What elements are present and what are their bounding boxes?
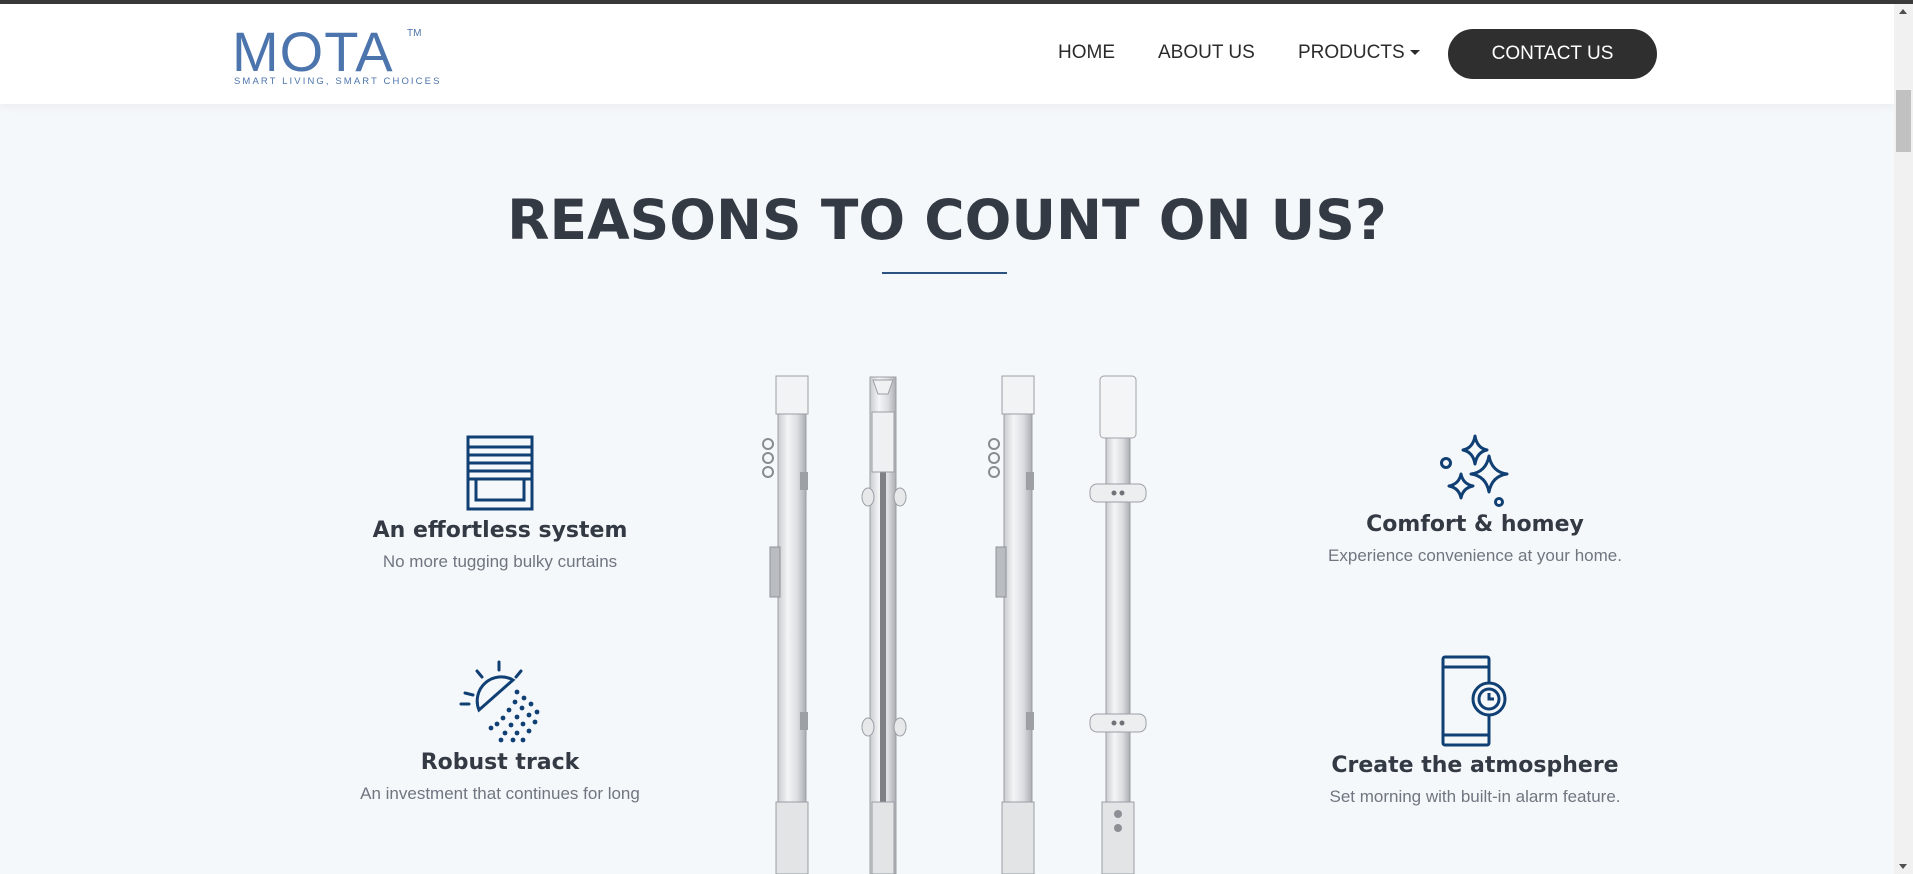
- nav-products-link[interactable]: PRODUCTS: [1298, 42, 1420, 64]
- scrollbar-thumb[interactable]: [1896, 90, 1911, 152]
- rail-2: [861, 376, 907, 874]
- blinds-icon: [466, 435, 534, 511]
- scroll-up-arrow-icon[interactable]: [1899, 9, 1907, 14]
- feature-description: Experience convenience at your home.: [1328, 546, 1622, 565]
- contact-us-button[interactable]: CONTACT US: [1448, 29, 1657, 79]
- feature-title: An effortless system: [372, 518, 628, 543]
- rail-4: [1089, 375, 1147, 874]
- logo-wordmark: MOTA: [232, 20, 394, 83]
- feature-title: Robust track: [420, 750, 580, 775]
- phone-alarm-icon: [1441, 655, 1507, 747]
- mota-logo[interactable]: MOTA TM SMART LIVING, SMART CHOICES: [232, 20, 439, 90]
- feature-create-atmosphere: Create the atmosphere Set morning with b…: [1325, 655, 1625, 807]
- feature-robust-track: Robust track An investment that continue…: [350, 660, 650, 804]
- feature-description: No more tugging bulky curtains: [382, 552, 618, 571]
- site-header: MOTA TM SMART LIVING, SMART CHOICES HOME…: [0, 4, 1894, 104]
- rail-3: [988, 375, 1035, 874]
- caret-down-icon: [1409, 50, 1420, 56]
- title-underline: [882, 272, 1007, 274]
- logo-trademark: TM: [407, 28, 422, 39]
- sun-icon: [459, 660, 540, 743]
- nav-home-link[interactable]: HOME: [1058, 42, 1115, 64]
- rail-1: [762, 375, 809, 874]
- feature-description: An investment that continues for long: [360, 784, 640, 803]
- feature-title: Comfort & homey: [1366, 512, 1584, 537]
- feature-comfort-homey: Comfort & homey Experience convenience a…: [1325, 434, 1625, 566]
- page-scrollbar[interactable]: [1894, 4, 1913, 874]
- curtain-track-product-image: [762, 375, 1147, 874]
- section-title: REASONS TO COUNT ON US?: [507, 188, 1387, 252]
- logo-tagline: SMART LIVING, SMART CHOICES: [234, 76, 442, 87]
- nav-about-link[interactable]: ABOUT US: [1158, 42, 1255, 64]
- nav-products-label: PRODUCTS: [1298, 42, 1405, 63]
- feature-effortless-system: An effortless system No more tugging bul…: [350, 434, 650, 572]
- feature-title: Create the atmosphere: [1331, 753, 1619, 778]
- scroll-down-arrow-icon[interactable]: [1899, 864, 1907, 869]
- sparkles-icon: [1440, 434, 1509, 507]
- feature-description: Set morning with built-in alarm feature.: [1329, 787, 1621, 806]
